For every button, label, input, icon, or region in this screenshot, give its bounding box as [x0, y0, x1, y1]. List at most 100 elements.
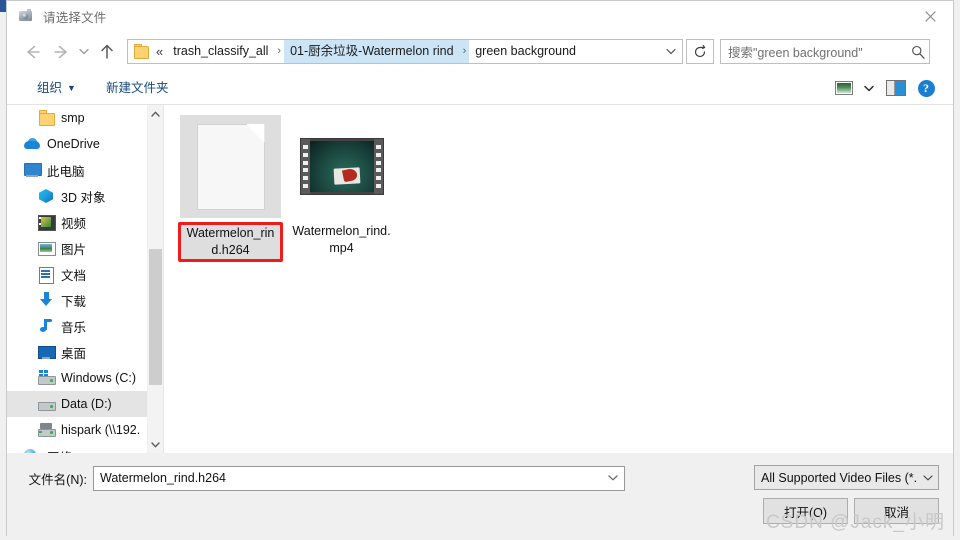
- view-layout-icon: [835, 81, 853, 95]
- refresh-button[interactable]: [686, 39, 714, 64]
- computer-icon: [23, 161, 42, 179]
- file-item-h264[interactable]: Watermelon_rind.h264: [178, 111, 283, 262]
- file-thumbnail: [291, 115, 392, 218]
- search-box[interactable]: 搜索"green background": [720, 39, 930, 64]
- file-name-label: Watermelon_rind.h264: [178, 222, 283, 262]
- arrow-left-icon: [27, 45, 40, 58]
- breadcrumb-separator-1[interactable]: ›: [459, 40, 470, 63]
- file-dialog-window: 请选择文件 « trash_classify_all › 01-厨余垃圾-Wat…: [6, 0, 954, 536]
- sidebar-item-windows-c[interactable]: Windows (C:): [7, 365, 147, 391]
- chevron-down-icon: ▼: [67, 83, 76, 93]
- documents-icon: [37, 265, 55, 284]
- breadcrumb-dropdown-button[interactable]: [660, 40, 682, 63]
- back-button[interactable]: [19, 38, 47, 66]
- refresh-icon: [694, 44, 706, 57]
- sidebar-item-label: 文档: [61, 268, 87, 283]
- navigation-pane-scrollbar[interactable]: [147, 105, 163, 453]
- breadcrumb-item-2[interactable]: green background: [469, 40, 582, 63]
- file-name-label: Watermelon_rind.mp4: [292, 224, 391, 255]
- chevron-down-icon: [79, 48, 89, 55]
- sidebar-item-label: 桌面: [61, 346, 87, 361]
- breadcrumb[interactable]: « trash_classify_all › 01-厨余垃圾-Watermelo…: [127, 39, 683, 64]
- arrow-up-icon: [101, 44, 113, 59]
- open-button[interactable]: 打开(O): [763, 498, 848, 524]
- file-type-filter-select[interactable]: All Supported Video Files (*.: [754, 465, 939, 490]
- change-view-dropdown[interactable]: [859, 76, 879, 100]
- screenshot-root: 请选择文件 « trash_classify_all › 01-厨余垃圾-Wat…: [0, 0, 960, 540]
- sidebar-item-data-d[interactable]: Data (D:): [7, 391, 147, 417]
- sidebar-item-network[interactable]: 网络: [7, 443, 147, 453]
- video-filmstrip-thumbnail: [299, 138, 384, 195]
- pictures-icon: [37, 239, 56, 257]
- sidebar-item-documents[interactable]: 文档: [7, 261, 147, 287]
- chevron-down-icon: [864, 85, 874, 91]
- file-type-filter-value: All Supported Video Files (*.: [761, 470, 918, 485]
- organize-button[interactable]: 组织 ▼: [29, 76, 84, 100]
- sidebar-item-label: hispark (\\192.: [61, 423, 141, 437]
- sidebar-item-smp[interactable]: smp: [7, 105, 147, 131]
- sidebar-item-videos[interactable]: 视频: [7, 209, 147, 235]
- breadcrumb-item-0[interactable]: trash_classify_all: [167, 40, 274, 63]
- preview-pane-icon: [886, 80, 906, 96]
- sidebar-item-onedrive[interactable]: OneDrive: [7, 131, 147, 157]
- navigation-pane: smp OneDrive 此电脑 3D 对象 视频 图片 文档 下载 音乐 桌面…: [7, 105, 147, 453]
- help-icon: ?: [917, 79, 935, 97]
- sidebar-item-label: 图片: [61, 242, 87, 257]
- sidebar-item-music[interactable]: 音乐: [7, 313, 147, 339]
- filename-input[interactable]: Watermelon_rind.h264: [93, 465, 625, 491]
- file-thumbnail: [180, 115, 281, 218]
- sidebar-item-label: 此电脑: [47, 164, 85, 179]
- desktop-icon: [37, 343, 56, 361]
- breadcrumb-separator-0[interactable]: ›: [274, 40, 284, 63]
- sidebar-item-label: 音乐: [61, 320, 87, 335]
- chevron-up-icon: [151, 111, 160, 117]
- file-list-pane[interactable]: Watermelon_rind.h264 Watermelon_rind.mp4: [168, 105, 953, 453]
- chevron-down-icon: [151, 441, 160, 447]
- scroll-up-button[interactable]: [148, 105, 163, 122]
- new-folder-button[interactable]: 新建文件夹: [98, 76, 177, 100]
- sidebar-item-downloads[interactable]: 下载: [7, 287, 147, 313]
- search-input[interactable]: 搜索"green background": [728, 42, 907, 61]
- downloads-icon: [37, 291, 55, 309]
- music-icon: [37, 317, 55, 335]
- breadcrumb-item-1[interactable]: 01-厨余垃圾-Watermelon rind: [284, 40, 460, 63]
- sidebar-item-3d-objects[interactable]: 3D 对象: [7, 183, 147, 209]
- navigation-bar: « trash_classify_all › 01-厨余垃圾-Watermelo…: [7, 31, 953, 72]
- sidebar-item-desktop[interactable]: 桌面: [7, 339, 147, 365]
- breadcrumb-overflow[interactable]: «: [152, 40, 167, 63]
- cancel-button[interactable]: 取消: [854, 498, 939, 524]
- generic-document-icon: [196, 123, 265, 210]
- title-bar: 请选择文件: [7, 1, 953, 31]
- sidebar-item-label: Data (D:): [61, 397, 112, 411]
- scrollbar-thumb[interactable]: [149, 249, 162, 385]
- recent-locations-button[interactable]: [75, 38, 93, 66]
- help-button[interactable]: ?: [913, 76, 939, 100]
- scroll-down-button[interactable]: [148, 436, 163, 453]
- folder-icon: [132, 43, 150, 60]
- sidebar-item-hispark-network-drive[interactable]: hispark (\\192.: [7, 417, 147, 443]
- command-toolbar: 组织 ▼ 新建文件夹 ?: [7, 72, 953, 105]
- drive-icon: [37, 395, 56, 413]
- close-icon: [925, 10, 936, 22]
- file-item-mp4[interactable]: Watermelon_rind.mp4: [289, 111, 394, 262]
- file-grid: Watermelon_rind.h264 Watermelon_rind.mp4: [178, 111, 394, 262]
- sidebar-item-label: smp: [61, 111, 85, 125]
- change-view-button[interactable]: [829, 76, 859, 100]
- filename-dropdown-button[interactable]: [602, 475, 624, 481]
- dialog-body: smp OneDrive 此电脑 3D 对象 视频 图片 文档 下载 音乐 桌面…: [7, 105, 953, 453]
- chevron-down-icon: [608, 475, 618, 481]
- toolbar-right-group: ?: [829, 76, 939, 100]
- sidebar-item-this-pc[interactable]: 此电脑: [7, 157, 147, 183]
- sidebar-item-pictures[interactable]: 图片: [7, 235, 147, 261]
- forward-button[interactable]: [47, 38, 75, 66]
- organize-label: 组织: [37, 81, 63, 95]
- up-one-level-button[interactable]: [93, 38, 121, 66]
- cloud-icon: [23, 135, 41, 153]
- preview-pane-button[interactable]: [879, 76, 913, 100]
- videos-icon: [37, 213, 56, 231]
- navigation-tree: smp OneDrive 此电脑 3D 对象 视频 图片 文档 下载 音乐 桌面…: [7, 105, 147, 453]
- sidebar-item-label: 3D 对象: [61, 190, 106, 205]
- folder-icon: [37, 109, 55, 127]
- close-button[interactable]: [908, 1, 953, 31]
- filename-value[interactable]: Watermelon_rind.h264: [100, 471, 602, 485]
